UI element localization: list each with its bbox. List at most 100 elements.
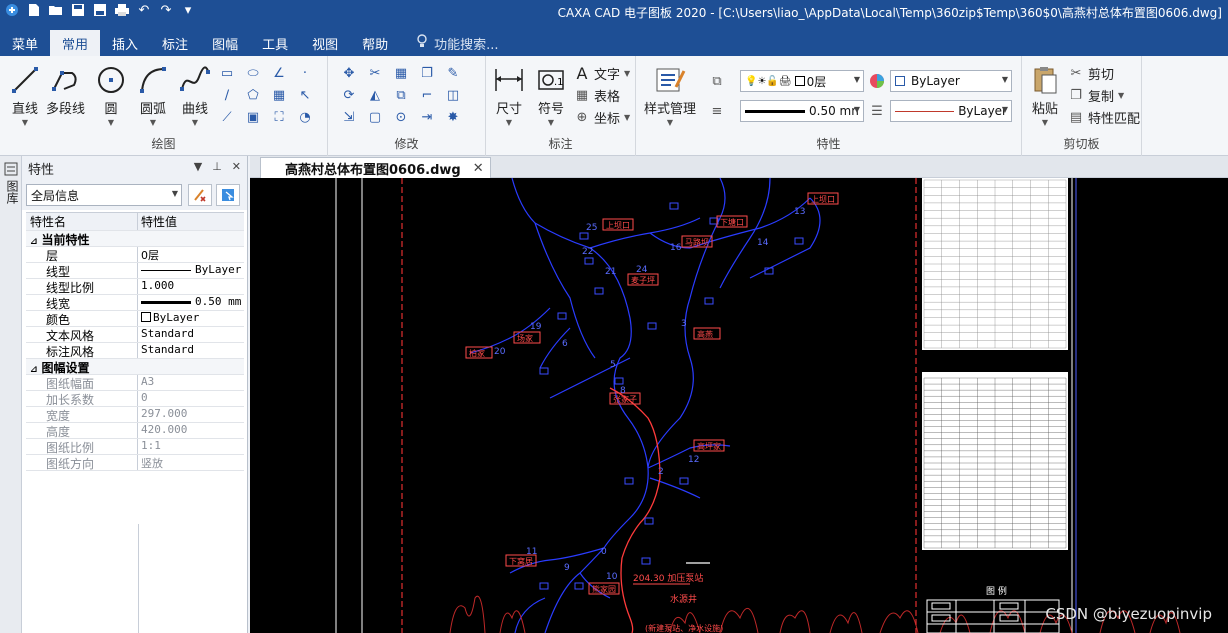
mirror-icon[interactable]: ◭ [366,86,384,104]
lineweight-icon[interactable]: ≡ [708,102,726,120]
paste-button[interactable]: 粘贴 ▼ [1028,64,1062,127]
fill-icon[interactable]: ⬠ [244,86,262,104]
copy-button[interactable]: ❐ 复制 ▼ [1068,86,1124,105]
dimension-button[interactable]: 尺寸 ▼ [492,64,526,127]
erase-icon[interactable]: ✎ [444,64,462,82]
library-dock-tab[interactable]: 图库 [4,180,21,204]
prop-row-layer[interactable]: 层 0层 [26,247,244,263]
offset-icon[interactable]: ▢ [366,108,384,126]
match-properties-button[interactable]: ▤ 特性匹配 [1068,108,1140,127]
break-icon[interactable]: ⊙ [392,108,410,126]
tab-insert[interactable]: 插入 [100,30,150,56]
color-combo[interactable]: ByLayer ▼ [890,70,1012,92]
lightbulb-icon [416,34,428,52]
prop-row-linetype[interactable]: 线型 ByLayer [26,263,244,279]
block-icon[interactable]: ▣ [244,108,262,126]
prop-row-textstyle[interactable]: 文本风格 Standard [26,327,244,343]
fillet-icon[interactable]: ⌐ [418,86,436,104]
ellipse-icon[interactable]: ⬭ [244,64,262,82]
stretch-icon[interactable]: ⇲ [340,108,358,126]
properties-dock-icon[interactable] [4,162,18,179]
arc-button[interactable]: 圆弧 ▼ [136,64,170,127]
circle-button[interactable]: 圆 ▼ [94,64,128,127]
table-button[interactable]: ▦ 表格 [574,86,620,105]
tab-annotate[interactable]: 标注 [150,30,200,56]
curve-button[interactable]: 曲线 ▼ [178,64,212,127]
close-icon[interactable]: ✕ [473,161,484,176]
rectangle-icon[interactable]: ▭ [218,64,236,82]
tab-sheet[interactable]: 图幅 [200,30,250,56]
section-current-props[interactable]: ⊿ 当前特性 [26,231,244,247]
section-sheet-settings[interactable]: ⊿ 图幅设置 [26,359,244,375]
hatch-icon[interactable]: ▦ [270,86,288,104]
array-icon[interactable]: ▦ [392,64,410,82]
open-icon[interactable] [48,2,64,18]
legend: 图 例 [926,585,1060,633]
prop-row-linescale[interactable]: 线型比例 1.000 [26,279,244,295]
drawing-canvas[interactable]: 上坝口 下塘口 上坝口 马路坝 麦子坪 柏家 场家 高燕 张家子 高坪家 下窝居… [250,178,1228,633]
polyline-button[interactable]: 多段线 [46,64,85,117]
table-header: 特性名 特性值 [26,213,244,231]
quick-select-icon[interactable] [216,184,240,206]
image-icon[interactable]: ⛶ [270,108,288,126]
chevron-down-icon: ▼ [1041,118,1049,127]
linetype-icon[interactable]: ☰ [868,102,886,120]
undo-icon[interactable]: ↶ [136,2,152,18]
chevron-down-icon: ▼ [21,118,29,127]
tab-view[interactable]: 视图 [300,30,350,56]
parallel-line-icon[interactable]: ∕ [218,86,236,104]
copy-object-icon[interactable]: ❐ [418,64,436,82]
prop-row-lineweight[interactable]: 线宽 0.50 mm [26,295,244,311]
extend-icon[interactable]: ⇥ [418,108,436,126]
move-icon[interactable]: ✥ [340,64,358,82]
doc-tab-active[interactable]: 高燕村总体布置图0606.dwg ✕ [260,157,491,178]
layer-state-icon: 💡☀🔓🖨 [745,75,792,87]
coordinate-button[interactable]: ⊕ 坐标 ▼ [574,108,631,127]
angle-line-icon[interactable]: ∠ [270,64,288,82]
layer-manager-icon[interactable]: ⧉ [708,72,726,90]
menu-bar: 菜单 常用 插入 标注 图幅 工具 视图 帮助 功能搜索... [0,24,1228,56]
scale-icon[interactable]: ⧉ [392,86,410,104]
menu-icon[interactable] [4,2,20,18]
print-icon[interactable] [114,2,130,18]
svg-text:12: 12 [688,455,699,465]
save-icon[interactable] [70,2,86,18]
pin-icon[interactable]: ⊥ [212,160,222,173]
region-icon[interactable]: ◔ [296,108,314,126]
panel-menu-icon[interactable]: ▼ [194,160,202,173]
close-icon[interactable]: ✕ [232,160,241,173]
layer-combo[interactable]: 💡☀🔓🖨 0层 ▼ [740,70,864,92]
properties-table: 特性名 特性值 ⊿ 当前特性 层 0层 线型 ByLayer 线型比例 1.000 线宽… [26,212,244,471]
lineweight-combo[interactable]: 0.50 mn ▼ [740,100,864,122]
pointer-icon[interactable]: ↖ [296,86,314,104]
object-selector[interactable]: 全局信息 ▼ [26,184,182,206]
tab-common[interactable]: 常用 [50,30,101,56]
toggle-select-icon[interactable] [188,184,212,206]
tab-help[interactable]: 帮助 [350,30,400,56]
centerline-icon[interactable]: ⟋ [218,108,236,126]
save-as-icon[interactable] [92,2,108,18]
style-manage-button[interactable]: 样式管理 ▼ [644,64,696,127]
chamfer-icon[interactable]: ◫ [444,86,462,104]
new-icon[interactable] [26,2,42,18]
trim-icon[interactable]: ✂ [366,64,384,82]
cut-button[interactable]: ✂ 剪切 [1068,64,1114,83]
point-icon[interactable]: · [296,64,314,82]
redo-icon[interactable]: ↷ [158,2,174,18]
customize-icon[interactable]: ▾ [180,2,196,18]
linetype-combo[interactable]: ByLayer ▼ [890,100,1012,122]
function-search[interactable]: 功能搜索... [416,30,499,56]
rotate-icon[interactable]: ⟳ [340,86,358,104]
search-placeholder: 功能搜索... [434,37,499,53]
prop-row-color[interactable]: 颜色 ByLayer [26,311,244,327]
color-wheel-icon[interactable] [868,72,886,90]
prop-row-dimstyle[interactable]: 标注风格 Standard [26,343,244,359]
svg-text:13: 13 [794,207,805,217]
symbol-button[interactable]: .1 符号 ▼ [534,64,568,127]
explode-icon[interactable]: ✸ [444,108,462,126]
tab-tools[interactable]: 工具 [250,30,300,56]
menu-main[interactable]: 菜单 [0,30,50,56]
text-button[interactable]: A 文字 ▼ [574,64,631,83]
line-button[interactable]: 直线 ▼ [8,64,42,127]
prop-row-width: 宽度 297.000 [26,407,244,423]
